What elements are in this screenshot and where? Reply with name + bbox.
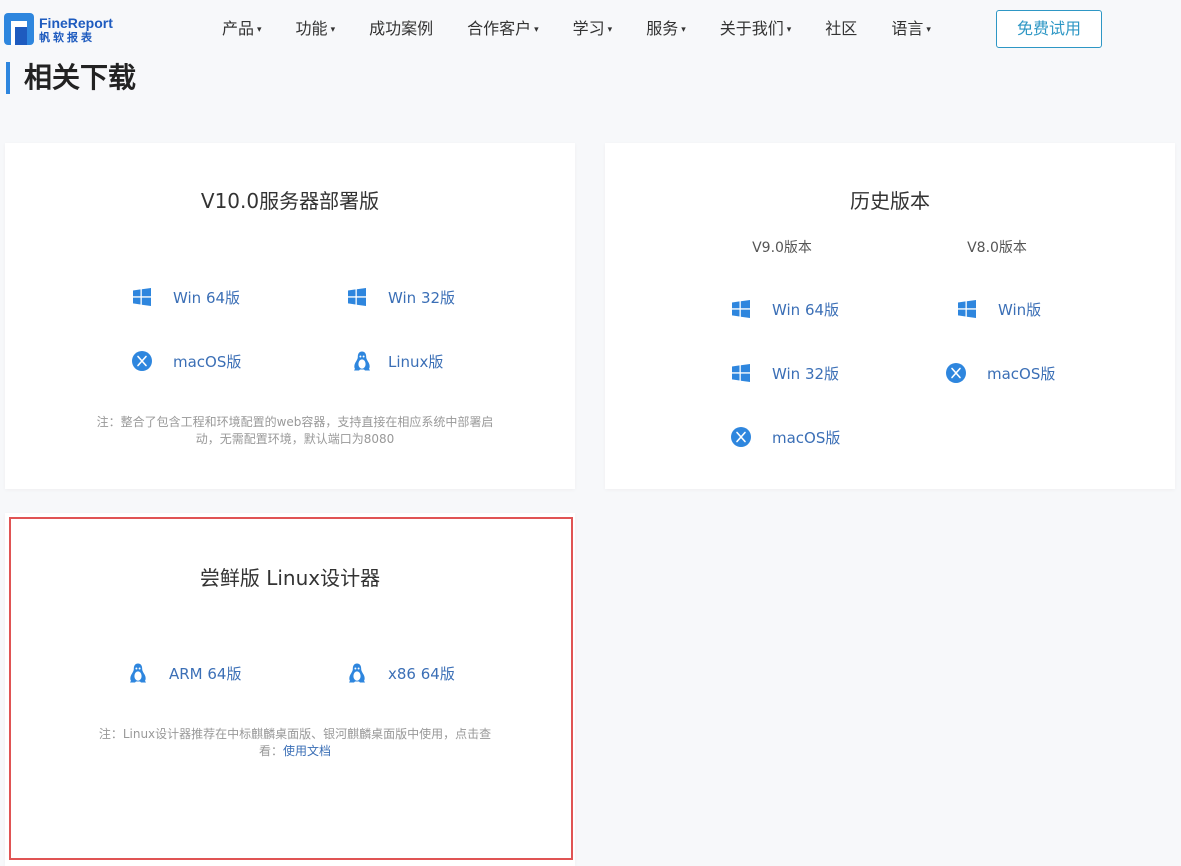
download-macos-link[interactable]: macOS版 bbox=[131, 350, 241, 372]
top-navbar: FineReport 帆软报表 产品 ▾ 功能 ▾ 成功案例 合作客户 ▾ 学习 ▾ 服… bbox=[0, 0, 1181, 58]
download-win64-link[interactable]: Win 64版 bbox=[131, 286, 240, 308]
nav-item-features[interactable]: 功能 ▾ bbox=[279, 0, 353, 58]
nav-item-cases[interactable]: 成功案例 bbox=[352, 0, 450, 58]
download-x86-64-link[interactable]: x86 64版 bbox=[346, 662, 455, 684]
chevron-down-icon: ▾ bbox=[607, 25, 613, 35]
chevron-down-icon: ▾ bbox=[534, 25, 539, 35]
windows-icon bbox=[133, 288, 151, 306]
main-nav: 产品 ▾ 功能 ▾ 成功案例 合作客户 ▾ 学习 ▾ 服务 ▾ 关于我们 ▾ 社区 语言 ▾ bbox=[205, 0, 948, 58]
linux-icon bbox=[354, 351, 370, 371]
card-title: 尝鲜版 Linux设计器 bbox=[199, 566, 381, 590]
windows-icon bbox=[732, 364, 750, 382]
usage-docs-link[interactable]: 使用文档 bbox=[283, 744, 331, 758]
v8-column-heading: V8.0版本 bbox=[967, 240, 1027, 256]
macos-icon bbox=[132, 351, 152, 371]
linux-icon bbox=[349, 663, 365, 683]
linux-note: 注：Linux设计器推荐在中标麒麟桌面版、银河麒麟桌面版中使用，点击查看：使用文… bbox=[90, 726, 500, 760]
download-v9-win64-link[interactable]: Win 64版 bbox=[730, 298, 839, 320]
chevron-down-icon: ▾ bbox=[330, 25, 336, 35]
logo-text-en: FineReport bbox=[39, 14, 113, 31]
macos-icon bbox=[731, 427, 751, 447]
nav-item-learn[interactable]: 学习 ▾ bbox=[556, 0, 630, 58]
linux-icon bbox=[130, 663, 146, 683]
download-v9-macos-link[interactable]: macOS版 bbox=[730, 426, 840, 448]
logo-text-cn: 帆软报表 bbox=[39, 30, 95, 44]
chevron-down-icon: ▾ bbox=[926, 25, 931, 35]
download-linux-link[interactable]: Linux版 bbox=[351, 350, 443, 372]
macos-icon bbox=[946, 363, 966, 383]
download-v8-win-link[interactable]: Win版 bbox=[956, 298, 1041, 320]
section-title: 相关下载 bbox=[6, 62, 136, 94]
download-v9-win32-link[interactable]: Win 32版 bbox=[730, 362, 839, 384]
finereport-logo[interactable]: FineReport 帆软报表 bbox=[4, 12, 124, 46]
download-win32-link[interactable]: Win 32版 bbox=[346, 286, 455, 308]
card-title: 历史版本 bbox=[850, 189, 930, 213]
windows-icon bbox=[348, 288, 366, 306]
v9-column-heading: V9.0版本 bbox=[752, 240, 812, 256]
nav-item-about[interactable]: 关于我们 ▾ bbox=[703, 0, 809, 58]
download-arm64-link[interactable]: ARM 64版 bbox=[127, 662, 241, 684]
free-trial-button[interactable]: 免费试用 bbox=[996, 10, 1102, 48]
download-v8-macos-link[interactable]: macOS版 bbox=[945, 362, 1055, 384]
server-note: 注：整合了包含工程和环境配置的web容器，支持直接在相应系统中部署启动，无需配置… bbox=[96, 415, 494, 446]
nav-item-community[interactable]: 社区 bbox=[808, 0, 874, 58]
nav-item-partners[interactable]: 合作客户 ▾ bbox=[450, 0, 556, 58]
card-title: V10.0服务器部署版 bbox=[200, 189, 380, 213]
chevron-down-icon: ▾ bbox=[786, 25, 792, 35]
nav-item-products[interactable]: 产品 ▾ bbox=[205, 0, 279, 58]
linux-designer-card: 尝鲜版 Linux设计器 ARM 64版 x86 64版 注：Linux设计器推… bbox=[5, 513, 575, 866]
logo-mark-icon bbox=[4, 13, 34, 45]
nav-item-service[interactable]: 服务 ▾ bbox=[629, 0, 703, 58]
server-deploy-card: V10.0服务器部署版 Win 64版 Win 32版 macOS版 Linux… bbox=[5, 143, 575, 489]
windows-icon bbox=[958, 300, 976, 318]
nav-item-language[interactable]: 语言 ▾ bbox=[874, 0, 948, 58]
chevron-down-icon: ▾ bbox=[257, 25, 262, 35]
windows-icon bbox=[732, 300, 750, 318]
history-versions-card: 历史版本 V9.0版本 V8.0版本 Win 64版 Win 32版 macOS… bbox=[605, 143, 1175, 489]
chevron-down-icon: ▾ bbox=[681, 25, 686, 35]
